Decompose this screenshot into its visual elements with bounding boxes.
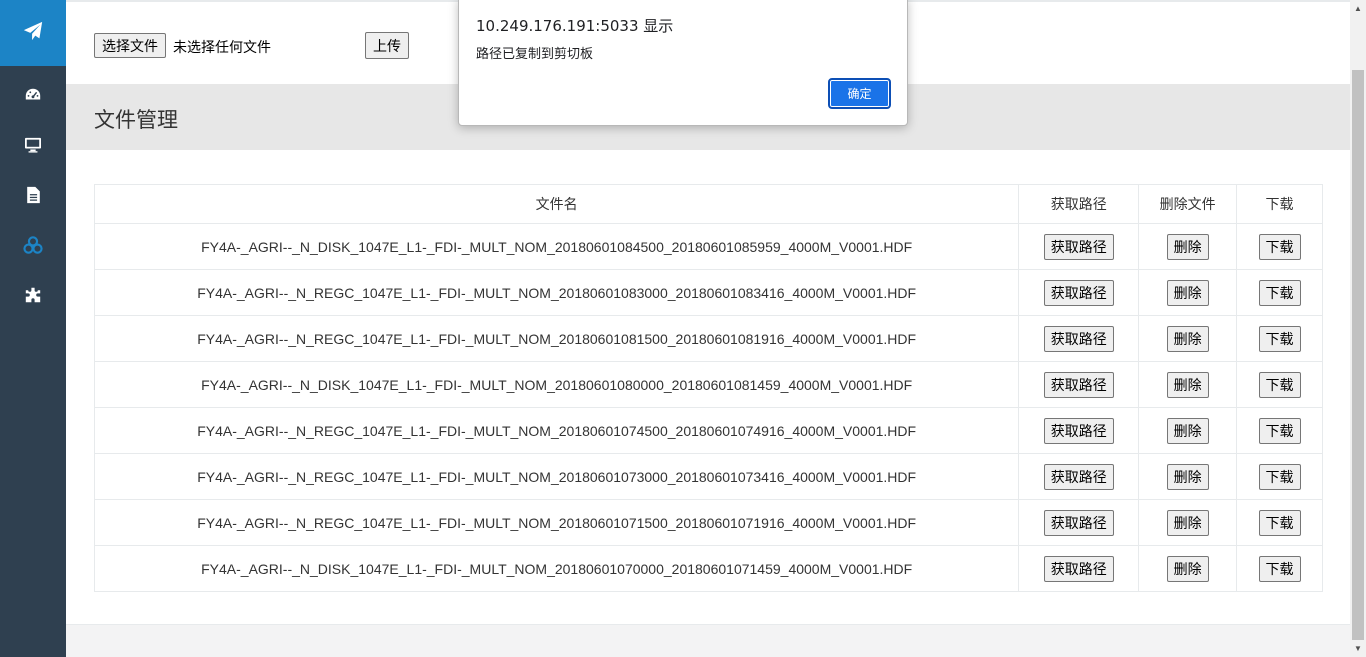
upload-button[interactable]: 上传 xyxy=(365,32,409,59)
file-name-cell: FY4A-_AGRI--_N_DISK_1047E_L1-_FDI-_MULT_… xyxy=(93,361,1020,408)
scroll-thumb[interactable] xyxy=(1352,70,1364,640)
download-cell: 下载 xyxy=(1236,453,1323,500)
table-row: FY4A-_AGRI--_N_DISK_1047E_L1-_FDI-_MULT_… xyxy=(93,545,1323,592)
file-name-cell: FY4A-_AGRI--_N_REGC_1047E_L1-_FDI-_MULT_… xyxy=(93,407,1020,454)
get-path-cell: 获取路径 xyxy=(1018,361,1140,408)
sidebar-item-dashboard[interactable] xyxy=(0,70,66,120)
sidebar xyxy=(0,0,66,657)
download-button[interactable]: 下载 xyxy=(1258,233,1301,260)
sidebar-item-document[interactable] xyxy=(0,170,66,220)
table-row: FY4A-_AGRI--_N_DISK_1047E_L1-_FDI-_MULT_… xyxy=(93,223,1323,270)
file-name-cell: FY4A-_AGRI--_N_REGC_1047E_L1-_FDI-_MULT_… xyxy=(93,453,1020,500)
download-cell: 下载 xyxy=(1236,545,1323,592)
footer xyxy=(66,624,1350,657)
delete-button[interactable]: 删除 xyxy=(1166,371,1209,398)
logo[interactable] xyxy=(0,0,66,66)
download-cell: 下载 xyxy=(1236,499,1323,546)
table-header-row: 文件名 获取路径 删除文件 下载 xyxy=(93,184,1323,224)
document-icon xyxy=(26,186,41,204)
file-table-container: 文件名 获取路径 删除文件 下载 FY4A-_AGRI--_N_DISK_104… xyxy=(93,184,1323,592)
get-path-button[interactable]: 获取路径 xyxy=(1043,325,1114,352)
file-name-cell: FY4A-_AGRI--_N_REGC_1047E_L1-_FDI-_MULT_… xyxy=(93,315,1020,362)
get-path-cell: 获取路径 xyxy=(1018,315,1140,362)
page-title: 文件管理 xyxy=(94,108,178,132)
header-filename: 文件名 xyxy=(93,184,1020,224)
get-path-cell: 获取路径 xyxy=(1018,453,1140,500)
table-row: FY4A-_AGRI--_N_REGC_1047E_L1-_FDI-_MULT_… xyxy=(93,499,1323,546)
get-path-cell: 获取路径 xyxy=(1018,407,1140,454)
download-cell: 下载 xyxy=(1236,269,1323,316)
get-path-button[interactable]: 获取路径 xyxy=(1043,233,1114,260)
puzzle-icon xyxy=(25,287,41,303)
monitor-icon xyxy=(24,137,42,153)
file-name-cell: FY4A-_AGRI--_N_DISK_1047E_L1-_FDI-_MULT_… xyxy=(93,223,1020,270)
table-row: FY4A-_AGRI--_N_REGC_1047E_L1-_FDI-_MULT_… xyxy=(93,407,1323,454)
get-path-button[interactable]: 获取路径 xyxy=(1043,463,1114,490)
scroll-down-arrow-icon[interactable]: ▼ xyxy=(1350,640,1366,657)
get-path-cell: 获取路径 xyxy=(1018,269,1140,316)
download-button[interactable]: 下载 xyxy=(1258,279,1301,306)
get-path-cell: 获取路径 xyxy=(1018,223,1140,270)
download-cell: 下载 xyxy=(1236,223,1323,270)
table-row: FY4A-_AGRI--_N_DISK_1047E_L1-_FDI-_MULT_… xyxy=(93,361,1323,408)
download-cell: 下载 xyxy=(1236,361,1323,408)
download-cell: 下载 xyxy=(1236,315,1323,362)
table-row: FY4A-_AGRI--_N_REGC_1047E_L1-_FDI-_MULT_… xyxy=(93,315,1323,362)
sidebar-item-files[interactable] xyxy=(0,220,66,270)
scroll-up-arrow-icon[interactable]: ▲ xyxy=(1350,0,1366,17)
get-path-button[interactable]: 获取路径 xyxy=(1043,279,1114,306)
delete-cell: 删除 xyxy=(1138,361,1238,408)
download-button[interactable]: 下载 xyxy=(1258,417,1301,444)
file-name-cell: FY4A-_AGRI--_N_REGC_1047E_L1-_FDI-_MULT_… xyxy=(93,499,1020,546)
delete-button[interactable]: 删除 xyxy=(1166,233,1209,260)
table-row: FY4A-_AGRI--_N_REGC_1047E_L1-_FDI-_MULT_… xyxy=(93,453,1323,500)
delete-button[interactable]: 删除 xyxy=(1166,509,1209,536)
header-download: 下载 xyxy=(1236,184,1323,224)
dialog-ok-button[interactable]: 确定 xyxy=(828,78,891,109)
delete-cell: 删除 xyxy=(1138,545,1238,592)
get-path-cell: 获取路径 xyxy=(1018,499,1140,546)
file-name-cell: FY4A-_AGRI--_N_REGC_1047E_L1-_FDI-_MULT_… xyxy=(93,269,1020,316)
download-button[interactable]: 下载 xyxy=(1258,509,1301,536)
get-path-cell: 获取路径 xyxy=(1018,545,1140,592)
sidebar-item-settings[interactable] xyxy=(0,270,66,320)
get-path-button[interactable]: 获取路径 xyxy=(1043,555,1114,582)
download-button[interactable]: 下载 xyxy=(1258,555,1301,582)
delete-cell: 删除 xyxy=(1138,407,1238,454)
delete-cell: 删除 xyxy=(1138,269,1238,316)
download-cell: 下载 xyxy=(1236,407,1323,454)
choose-file-button[interactable]: 选择文件 xyxy=(94,33,166,58)
table-row: FY4A-_AGRI--_N_REGC_1047E_L1-_FDI-_MULT_… xyxy=(93,269,1323,316)
download-button[interactable]: 下载 xyxy=(1258,371,1301,398)
delete-cell: 删除 xyxy=(1138,315,1238,362)
delete-cell: 删除 xyxy=(1138,499,1238,546)
get-path-button[interactable]: 获取路径 xyxy=(1043,371,1114,398)
get-path-button[interactable]: 获取路径 xyxy=(1043,509,1114,536)
header-delete: 删除文件 xyxy=(1138,184,1238,224)
sidebar-item-monitor[interactable] xyxy=(0,120,66,170)
get-path-button[interactable]: 获取路径 xyxy=(1043,417,1114,444)
file-status-text: 未选择任何文件 xyxy=(173,40,271,56)
download-button[interactable]: 下载 xyxy=(1258,463,1301,490)
delete-cell: 删除 xyxy=(1138,453,1238,500)
scrollbar[interactable]: ▲ ▼ xyxy=(1350,0,1366,657)
delete-button[interactable]: 删除 xyxy=(1166,417,1209,444)
file-name-cell: FY4A-_AGRI--_N_DISK_1047E_L1-_FDI-_MULT_… xyxy=(93,545,1020,592)
dialog-message: 路径已复制到剪切板 xyxy=(476,47,594,62)
delete-button[interactable]: 删除 xyxy=(1166,325,1209,352)
delete-cell: 删除 xyxy=(1138,223,1238,270)
paper-plane-icon xyxy=(22,20,44,47)
delete-button[interactable]: 删除 xyxy=(1166,279,1209,306)
download-button[interactable]: 下载 xyxy=(1258,325,1301,352)
delete-button[interactable]: 删除 xyxy=(1166,555,1209,582)
cubes-icon xyxy=(23,236,43,254)
dialog-origin: 10.249.176.191:5033 显示 xyxy=(476,17,674,35)
file-table: 文件名 获取路径 删除文件 下载 FY4A-_AGRI--_N_DISK_104… xyxy=(93,184,1323,592)
delete-button[interactable]: 删除 xyxy=(1166,463,1209,490)
alert-dialog: 10.249.176.191:5033 显示 路径已复制到剪切板 确定 xyxy=(458,0,908,126)
header-get-path: 获取路径 xyxy=(1018,184,1140,224)
dashboard-icon xyxy=(24,86,42,104)
